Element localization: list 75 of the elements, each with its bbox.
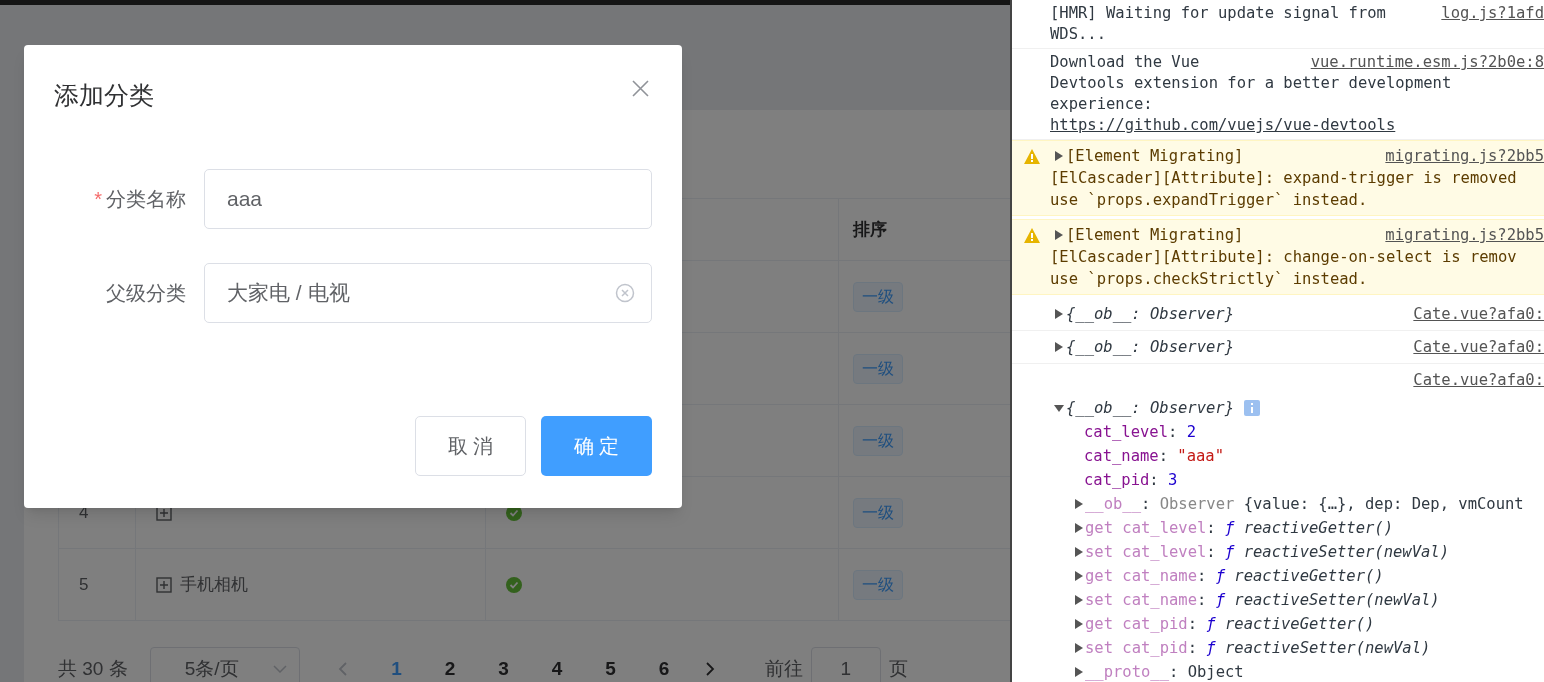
input-field[interactable]: 大家电 / 电视 [204,263,652,323]
info-icon [1244,400,1260,416]
source-link[interactable]: migrating.js?2bb5 [1373,224,1544,246]
warning-text: [ElCascader][Attribute]: expand-trigger is removed [1050,168,1517,189]
table-cell-text: 5 [79,573,89,596]
page-number[interactable]: 6 [637,654,691,682]
goto-label: 前往 [764,656,803,681]
expand-triangle-icon[interactable] [1074,595,1084,605]
expand-triangle-icon[interactable] [1074,571,1084,581]
property-row[interactable]: set cat_pid: ƒ reactiveSetter(newVal) [1085,636,1431,660]
dialog-title: 添加分类 [54,80,154,111]
page-number[interactable]: 2 [423,654,477,682]
expand-triangle-icon[interactable] [1054,309,1064,319]
property-row[interactable]: __proto__: Object [1085,660,1244,682]
property-row-text: cat_name: "aaa" [1084,446,1225,467]
object-preview[interactable]: {__ob__: Observer} [1066,396,1234,420]
expand-triangle-icon[interactable] [1074,499,1084,509]
chevron-down-icon [272,665,287,673]
source-link[interactable]: vue.runtime.esm.js?2b0e:8 [1298,52,1544,73]
warning-text: use `props.expandTrigger` instead. [1050,190,1368,211]
field-label: 父级分类 [106,281,186,306]
expand-triangle-icon[interactable] [1054,151,1064,161]
property-row-text: cat_pid: 3 [1084,470,1179,491]
level-tag: 一级 [853,425,903,456]
column-header: 排序 [851,218,888,241]
expand-triangle-icon[interactable] [1054,342,1064,352]
property-row[interactable]: set cat_level: ƒ reactiveSetter(newVal) [1085,540,1449,564]
source-link[interactable]: Cate.vue?afa0: [1401,335,1544,359]
level-tag: 一级 [853,281,903,312]
property-row[interactable]: __ob__: Observer {value: {…}, dep: Dep, vmCount [1085,492,1524,516]
log-message: Download the Vue [1050,52,1200,73]
table-cell-text: 手机相机 [180,573,248,596]
input-field[interactable]: aaa [204,169,652,229]
page-number[interactable]: 4 [530,654,584,682]
page-number[interactable]: 3 [476,654,531,682]
warning-text: [Element Migrating] [1066,225,1244,246]
page-number[interactable]: 5 [583,654,638,682]
log-message: [HMR] Waiting for update signal from [1050,3,1386,24]
expand-triangle-icon[interactable] [1074,667,1084,677]
log-message: WDS... [1050,24,1106,45]
close-icon[interactable] [632,80,649,97]
required-asterisk: * [94,187,102,212]
expand-triangle-icon[interactable] [1074,547,1084,557]
property-row[interactable]: get cat_name: ƒ reactiveGetter() [1085,564,1384,588]
warning-text: [ElCascader][Attribute]: change-on-select is remov [1050,247,1517,268]
property-row[interactable]: get cat_level: ƒ reactiveGetter() [1085,516,1393,540]
log-message: experience: [1050,94,1153,115]
page-suffix: 页 [888,656,908,681]
source-link[interactable]: log.js?1afd [1429,3,1544,24]
total-count: 共 30 条 [58,656,128,681]
warning-text: [Element Migrating] [1066,146,1244,167]
property-row[interactable]: get cat_pid: ƒ reactiveGetter() [1085,612,1375,636]
warning-icon [1024,228,1040,243]
collapse-triangle-icon[interactable] [1054,403,1064,413]
source-link[interactable]: Cate.vue?afa0: [1401,368,1544,392]
warning-text: use `props.checkStrictly` instead. [1050,269,1368,290]
source-link[interactable]: migrating.js?2bb5 [1373,145,1544,167]
log-message: Devtools extension for a better development [1050,73,1452,94]
level-tag: 一级 [853,353,903,384]
source-link[interactable]: Cate.vue?afa0: [1401,302,1544,326]
property-row-text: cat_level: 2 [1084,422,1198,443]
expand-triangle-icon[interactable] [1054,230,1064,240]
level-tag: 一级 [853,497,903,528]
warning-icon [1024,149,1040,164]
field-label: 分类名称 [106,187,186,212]
link[interactable]: https://github.com/vuejs/vue-devtools [1050,116,1396,134]
object-preview[interactable]: {__ob__: Observer} [1066,335,1234,359]
next-page-icon[interactable] [704,661,715,677]
property-row[interactable]: set cat_name: ƒ reactiveSetter(newVal) [1085,588,1440,612]
level-tag: 一级 [853,569,903,600]
expand-triangle-icon[interactable] [1074,643,1084,653]
cancel-button[interactable]: 取 消 [415,416,526,476]
object-preview[interactable]: {__ob__: Observer} [1066,302,1234,326]
expand-triangle-icon[interactable] [1074,619,1084,629]
expand-triangle-icon[interactable] [1074,523,1084,533]
